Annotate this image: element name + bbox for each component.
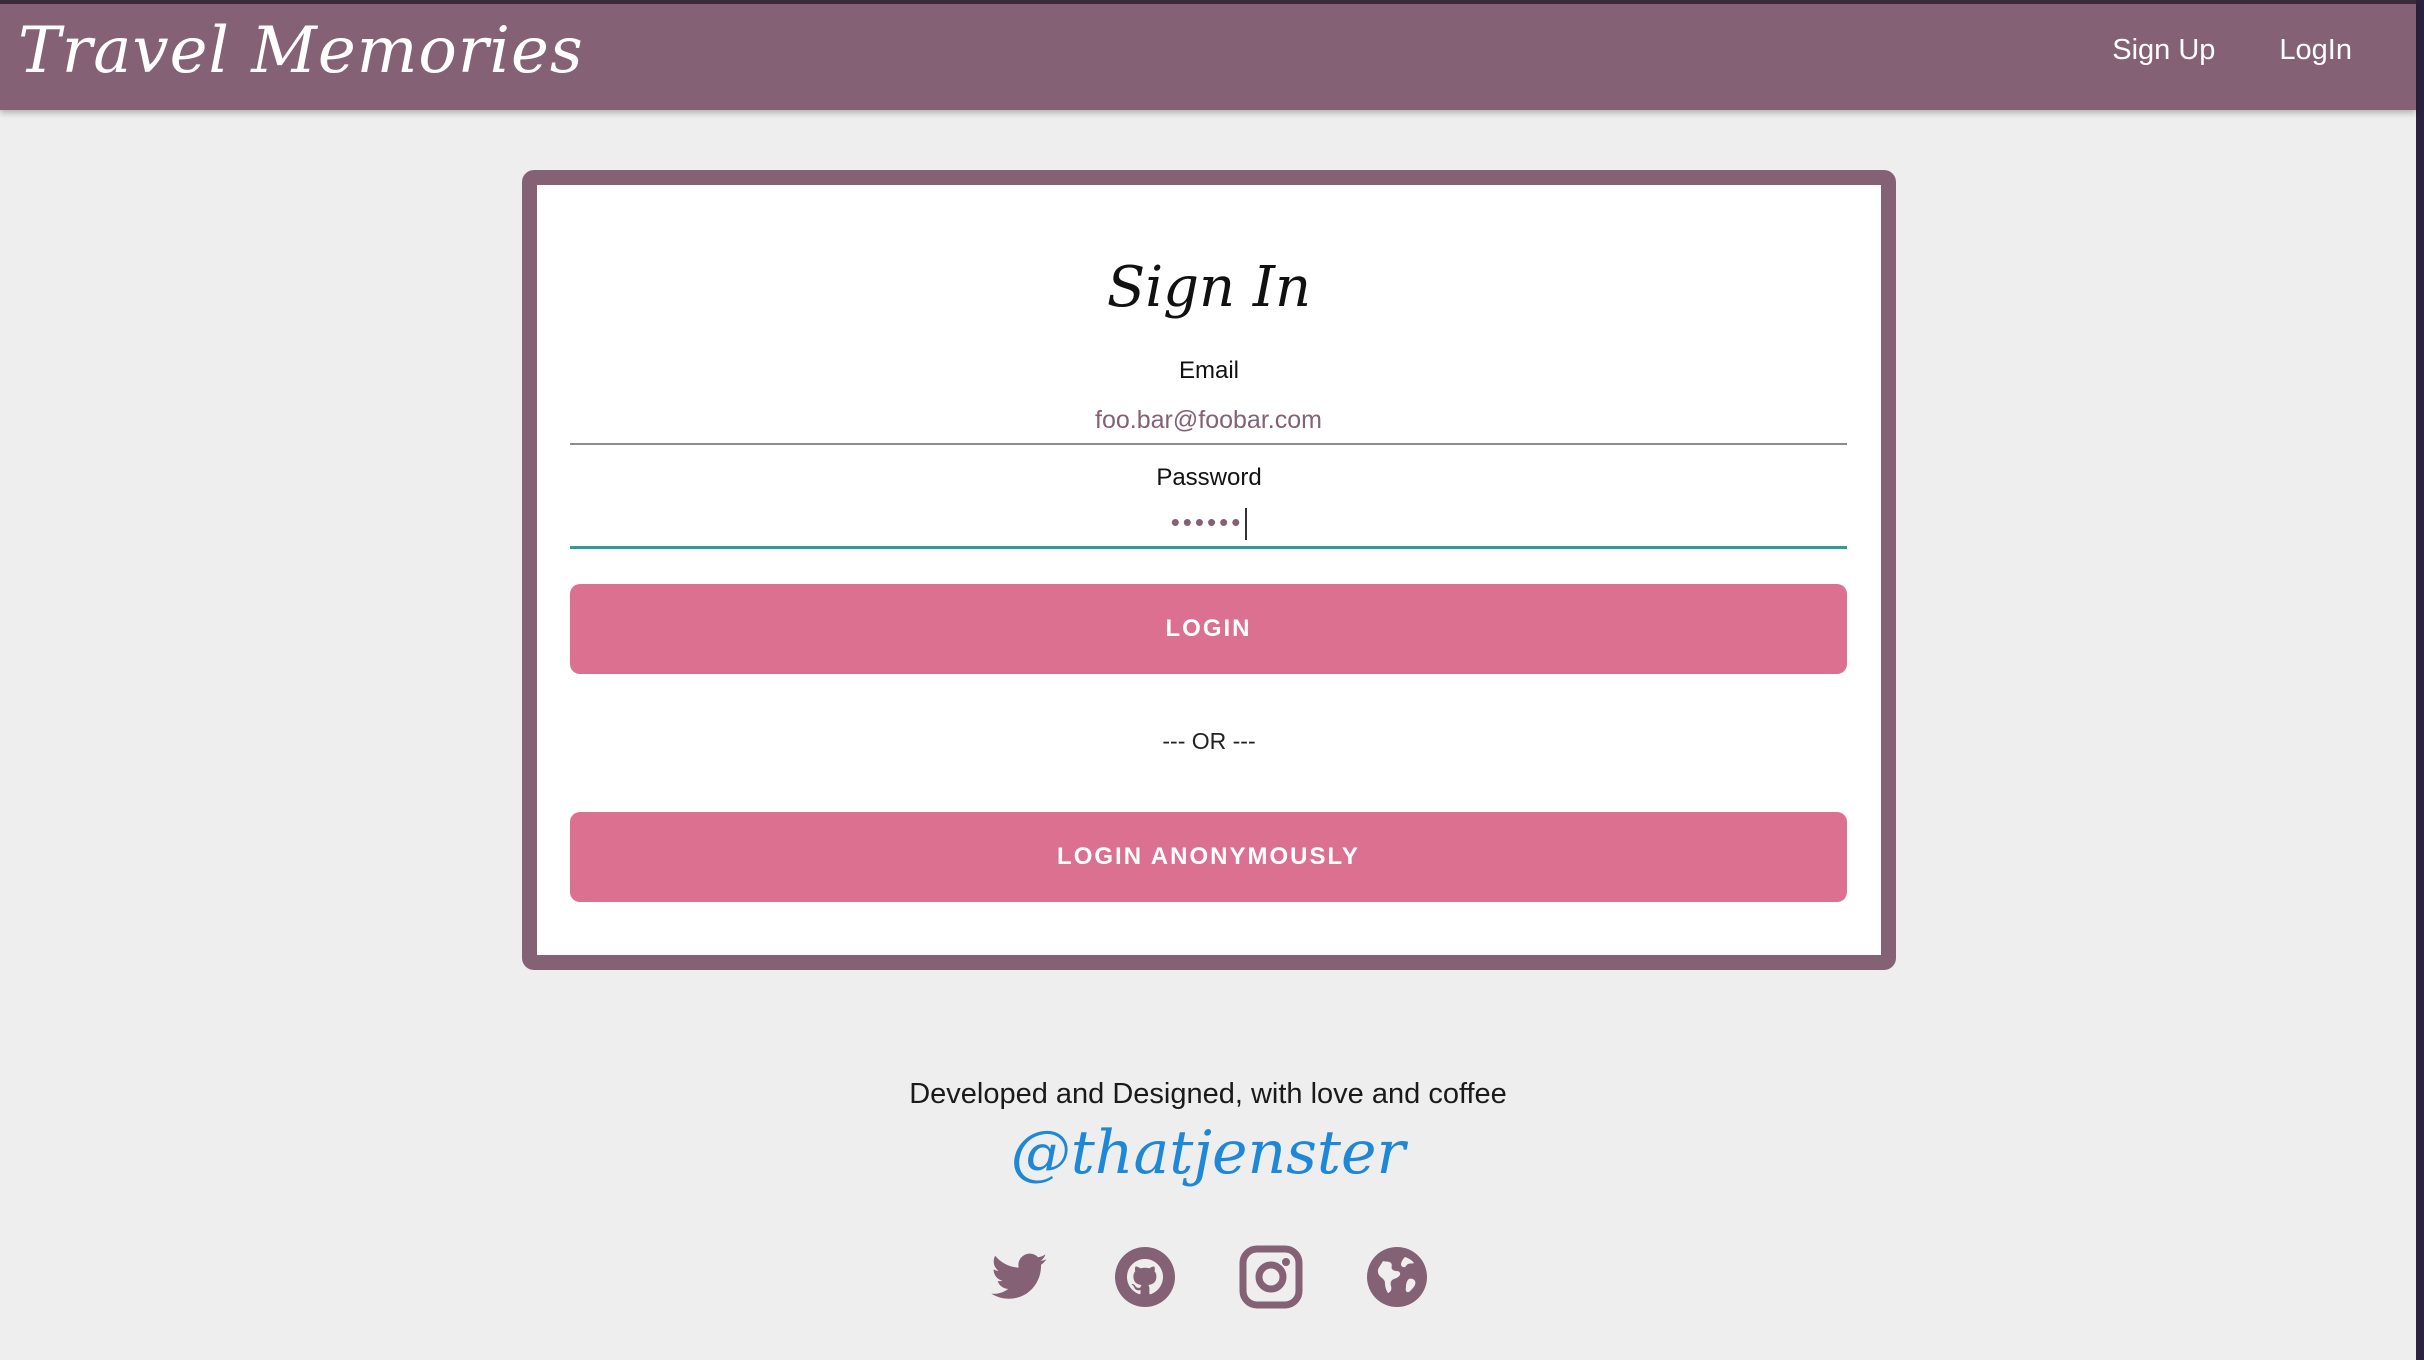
footer-handle-link[interactable]: @thatjenster (0, 1118, 2416, 1188)
top-navbar: Travel Memories Sign Up LogIn (0, 0, 2416, 110)
login-button[interactable]: LOGIN (570, 584, 1847, 674)
email-label: Email (1178, 357, 1239, 384)
login-anonymously-button[interactable]: LOGIN ANONYMOUSLY (570, 812, 1847, 902)
password-label: Password (1156, 464, 1262, 491)
page-title: Sign In (1106, 255, 1312, 320)
footer-credit: Developed and Designed, with love and co… (909, 1078, 1507, 1110)
email-field[interactable] (570, 397, 1847, 445)
sign-in-card: Sign In Email Password •••••• LOGIN --- … (522, 170, 1896, 970)
nav-login-link[interactable]: LogIn (2279, 34, 2352, 67)
github-icon[interactable] (1113, 1245, 1177, 1309)
nav-signup-link[interactable]: Sign Up (2112, 34, 2215, 67)
or-divider: --- OR --- (1162, 728, 1256, 754)
globe-icon[interactable] (1365, 1245, 1429, 1309)
window-edge (2416, 0, 2424, 1360)
nav-links: Sign Up LogIn (2112, 34, 2352, 67)
brand-logo[interactable]: Travel Memories (18, 14, 584, 88)
instagram-icon[interactable] (1239, 1245, 1303, 1309)
social-links (0, 1245, 2416, 1309)
twitter-icon[interactable] (987, 1245, 1051, 1309)
password-field[interactable] (570, 501, 1847, 549)
